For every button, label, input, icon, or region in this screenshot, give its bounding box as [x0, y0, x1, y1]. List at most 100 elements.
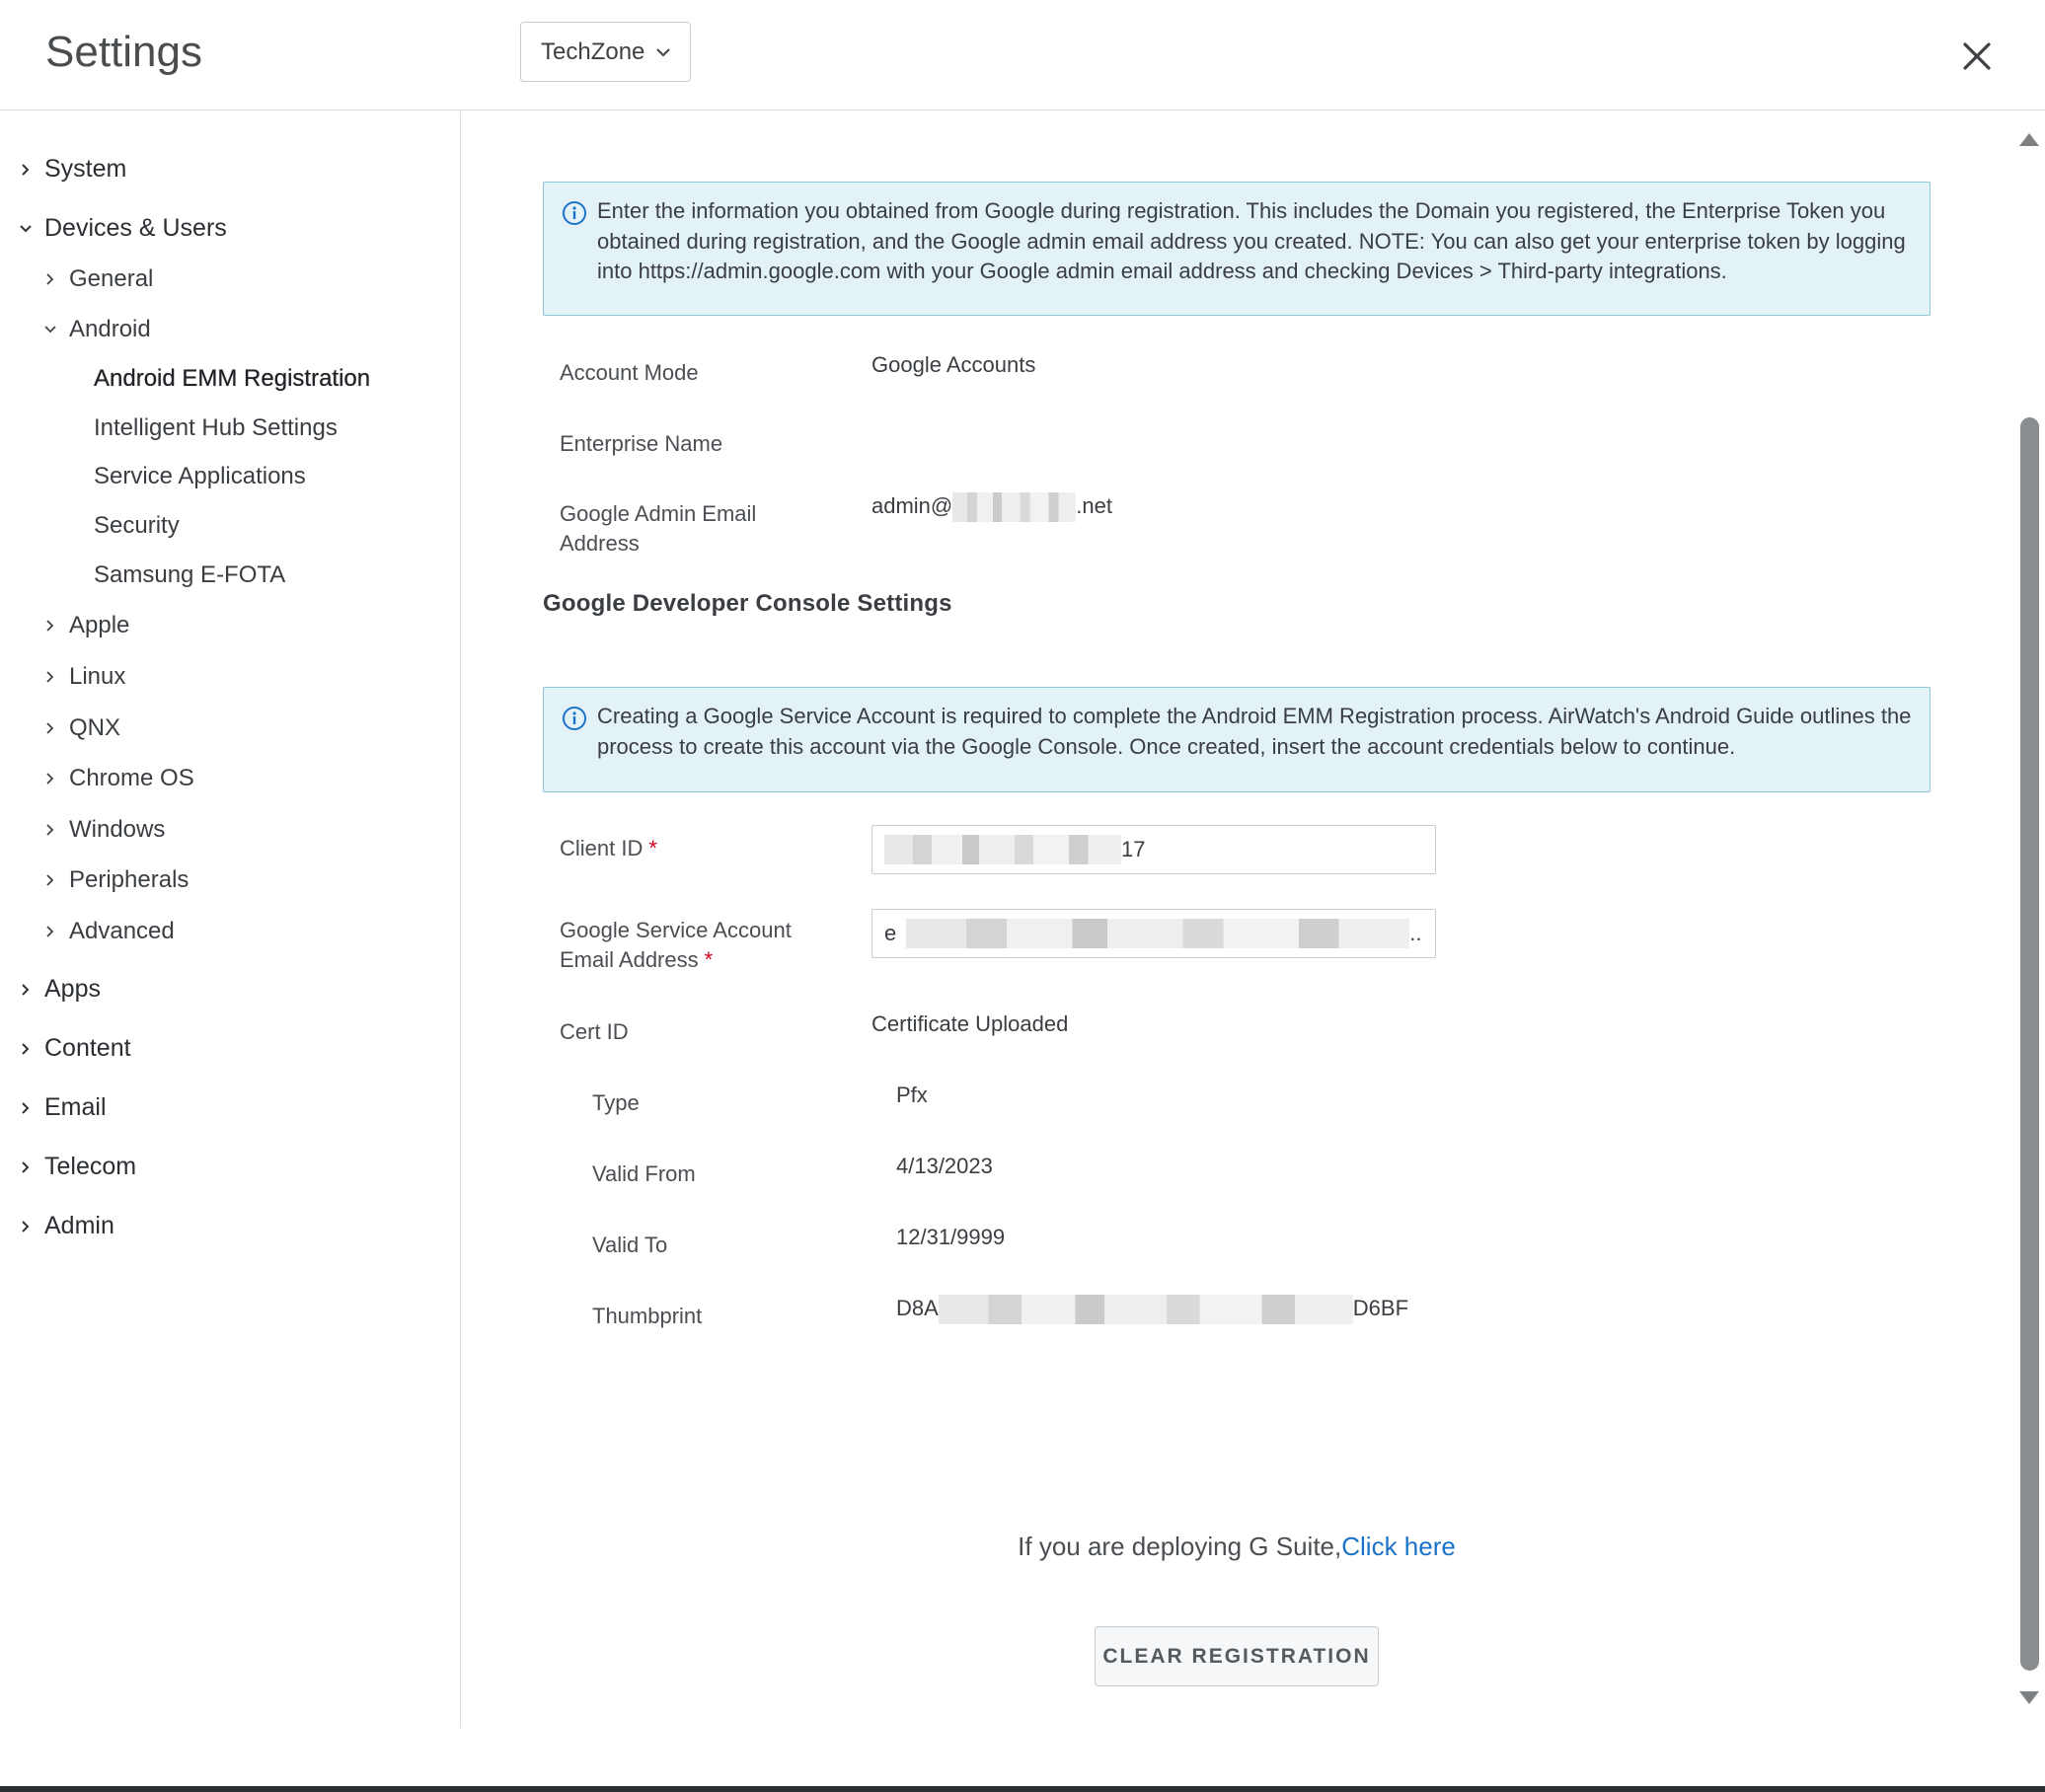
client-id-label: Client ID * [560, 834, 657, 863]
account-mode-label: Account Mode [560, 360, 699, 385]
gsuite-text: If you are deploying G Suite, [1018, 1531, 1342, 1561]
sidebar-item-label: Chrome OS [69, 765, 194, 791]
sidebar-item-apps[interactable]: Apps [18, 975, 101, 1004]
sidebar-item-label: Service Applications [94, 463, 306, 489]
sidebar-item-label: Intelligent Hub Settings [94, 414, 338, 441]
chevron-down-icon [654, 43, 672, 61]
enterprise-name-label: Enterprise Name [560, 431, 723, 456]
sidebar-item-windows[interactable]: Windows [42, 816, 165, 844]
sidebar-item-samsung-efota[interactable]: Samsung E-FOTA [94, 561, 285, 589]
clear-registration-button[interactable]: CLEAR REGISTRATION [1095, 1626, 1379, 1686]
info-icon [563, 707, 586, 730]
organization-group-selector[interactable]: TechZone [520, 22, 691, 82]
redacted-blur [952, 492, 1077, 523]
sidebar-item-label: Apple [69, 612, 130, 638]
sidebar-item-label: General [69, 265, 154, 292]
redacted-blur [884, 835, 1121, 864]
main-content: Enter the information you obtained from … [462, 112, 2011, 1728]
scroll-up-button[interactable] [2017, 130, 2041, 148]
thumbprint-label: Thumbprint [592, 1304, 703, 1328]
required-mark: * [648, 836, 657, 860]
service-email-suffix: .. [1409, 921, 1422, 945]
scroll-down-button[interactable] [2017, 1689, 2041, 1707]
gsuite-prompt: If you are deploying G Suite,Click here [462, 1531, 2011, 1562]
sidebar-item-admin[interactable]: Admin [18, 1212, 114, 1240]
sidebar-item-chrome-os[interactable]: Chrome OS [42, 765, 194, 792]
close-icon [1963, 42, 1991, 70]
redacted-blur [906, 919, 1410, 948]
sidebar-item-advanced[interactable]: Advanced [42, 918, 175, 945]
service-email-input[interactable]: e.. [871, 909, 1436, 958]
cert-type-value: Pfx [896, 1083, 928, 1107]
info-box-service-account: Creating a Google Service Account is req… [543, 687, 1931, 792]
sidebar-item-label: Android EMM Registration [94, 365, 371, 392]
chevron-right-icon [18, 982, 34, 998]
sidebar-item-label: Admin [44, 1212, 114, 1239]
client-id-value: 17 [1121, 837, 1146, 861]
valid-from-label: Valid From [592, 1161, 696, 1186]
sidebar-item-service-applications[interactable]: Service Applications [94, 463, 306, 490]
page-title: Settings [45, 28, 202, 76]
chevron-down-icon [18, 221, 34, 237]
sidebar-item-content[interactable]: Content [18, 1034, 131, 1063]
valid-to-value: 12/31/9999 [896, 1225, 1006, 1249]
sidebar-item-label: Devices & Users [44, 214, 227, 242]
header-bar: Settings TechZone [0, 0, 2045, 111]
chevron-right-icon [42, 669, 58, 685]
sidebar-item-system[interactable]: System [18, 155, 126, 184]
client-id-input[interactable]: 17 [871, 825, 1436, 874]
gsuite-click-here-link[interactable]: Click here [1341, 1531, 1456, 1561]
sidebar-item-label: Peripherals [69, 866, 189, 893]
sidebar-item-apple[interactable]: Apple [42, 612, 129, 639]
chevron-right-icon [42, 771, 58, 786]
chevron-down-icon [42, 322, 58, 337]
admin-email-label: Google Admin Email Address [560, 501, 757, 556]
scrollbar-thumb[interactable] [2020, 417, 2039, 1671]
sidebar-item-android[interactable]: Android [42, 316, 151, 343]
sidebar-item-devices-users[interactable]: Devices & Users [18, 214, 227, 243]
chevron-right-icon [18, 1100, 34, 1116]
chevron-right-icon [18, 162, 34, 178]
close-button[interactable] [1954, 34, 2000, 79]
chevron-right-icon [18, 1159, 34, 1175]
dev-console-section-title: Google Developer Console Settings [543, 590, 952, 617]
sidebar-item-label: Samsung E-FOTA [94, 561, 286, 588]
sidebar-item-label: Advanced [69, 918, 175, 944]
valid-from-value: 4/13/2023 [896, 1154, 993, 1178]
scroll-up-icon [2019, 133, 2039, 146]
sidebar-item-label: Windows [69, 816, 166, 843]
sidebar-item-telecom[interactable]: Telecom [18, 1153, 136, 1181]
admin-email-value: admin@ .net [871, 491, 1112, 523]
sidebar-item-label: Email [44, 1093, 107, 1121]
info-text: Creating a Google Service Account is req… [597, 704, 1912, 759]
info-icon [563, 201, 586, 225]
sidebar-item-label: QNX [69, 714, 121, 741]
scroll-down-icon [2019, 1691, 2039, 1704]
service-email-label: Google Service Account Email Address * [560, 916, 816, 975]
sidebar-item-qnx[interactable]: QNX [42, 714, 120, 742]
cert-id-value: Certificate Uploaded [871, 1011, 1069, 1036]
admin-email-prefix: admin@ [871, 493, 953, 518]
sidebar-item-label: Apps [44, 975, 101, 1003]
sidebar-item-general[interactable]: General [42, 265, 153, 293]
thumbprint-value: D8A D6BF [896, 1294, 1409, 1325]
info-box-registration: Enter the information you obtained from … [543, 182, 1931, 316]
sidebar-item-peripherals[interactable]: Peripherals [42, 866, 189, 894]
chevron-right-icon [18, 1219, 34, 1234]
chevron-right-icon [18, 1041, 34, 1057]
service-email-label-text: Google Service Account Email Address [560, 918, 792, 972]
chevron-right-icon [42, 720, 58, 736]
sidebar-item-android-emm-registration[interactable]: Android EMM Registration [94, 365, 370, 393]
sidebar-item-intelligent-hub-settings[interactable]: Intelligent Hub Settings [94, 414, 338, 442]
sidebar-item-label: Content [44, 1034, 131, 1062]
thumbprint-suffix: D6BF [1352, 1296, 1409, 1320]
sidebar-item-security[interactable]: Security [94, 512, 180, 540]
account-mode-value: Google Accounts [871, 352, 1036, 377]
sidebar-item-email[interactable]: Email [18, 1093, 107, 1122]
chevron-right-icon [42, 872, 58, 888]
organization-group-label: TechZone [541, 37, 645, 65]
sidebar-item-linux[interactable]: Linux [42, 663, 125, 691]
chevron-right-icon [42, 618, 58, 634]
chevron-right-icon [42, 924, 58, 939]
valid-to-label: Valid To [592, 1232, 668, 1257]
